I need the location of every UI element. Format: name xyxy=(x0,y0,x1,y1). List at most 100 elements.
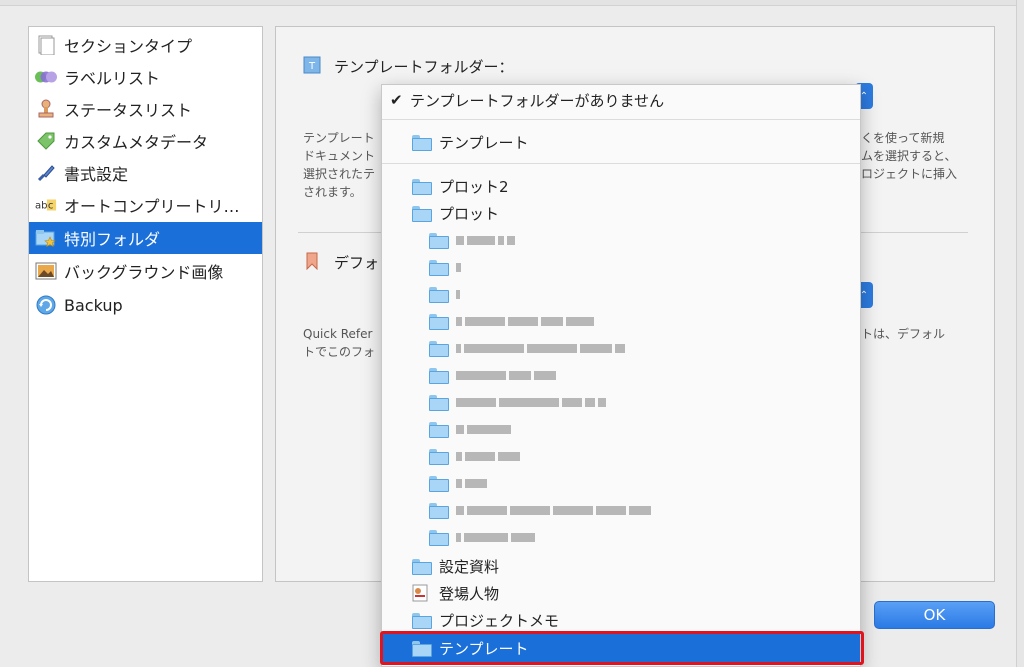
folder-icon xyxy=(429,530,449,546)
abc-icon: ab c xyxy=(35,194,57,216)
menu-item-plot2[interactable]: プロット2 xyxy=(382,173,860,199)
default-description-left: Quick Refer トでこのフォ xyxy=(303,327,376,359)
menu-item-template-folder[interactable]: テンプレート xyxy=(382,129,860,155)
menu-item-redacted-subfolder[interactable] xyxy=(382,524,860,550)
menu-separator xyxy=(382,119,860,120)
menu-item-project-memo[interactable]: プロジェクトメモ xyxy=(382,607,860,633)
folder-icon xyxy=(412,179,432,195)
sidebar-item-section-type[interactable]: セクションタイプ xyxy=(29,29,262,61)
template-icon: T xyxy=(303,56,321,78)
folder-icon xyxy=(412,135,432,151)
section-type-icon xyxy=(35,34,57,56)
redacted-text xyxy=(456,424,511,434)
menu-item-redacted-subfolder[interactable] xyxy=(382,416,860,442)
image-icon xyxy=(35,260,57,282)
menu-item-characters[interactable]: 登場人物 xyxy=(382,580,860,606)
menu-separator xyxy=(382,163,860,164)
default-section-title: デフォ xyxy=(334,254,380,272)
redacted-text xyxy=(456,397,606,407)
svg-text:c: c xyxy=(48,201,54,212)
redacted-text xyxy=(456,316,594,326)
sidebar-item-formatting[interactable]: 書式設定 xyxy=(29,157,262,189)
template-description-left: テンプレート ドキュメント 選択されたテ されます。 xyxy=(303,131,376,199)
folder-icon xyxy=(429,422,449,438)
menu-item-redacted-subfolder[interactable] xyxy=(382,308,860,334)
sidebar-item-autocomplete[interactable]: ab c オートコンプリートリ… xyxy=(29,189,262,221)
redacted-text xyxy=(456,343,625,353)
folder-icon xyxy=(412,613,432,629)
menu-item-label: 設定資料 xyxy=(439,557,500,576)
sidebar-item-background-image[interactable]: バックグラウンド画像 xyxy=(29,255,262,287)
menu-item-redacted-subfolder[interactable] xyxy=(382,281,860,307)
menu-item-redacted-subfolder[interactable] xyxy=(382,497,860,523)
menu-item-label: プロジェクトメモ xyxy=(439,611,560,630)
folder-icon xyxy=(429,503,449,519)
folder-icon xyxy=(429,260,449,276)
default-description-right: トは、デフォル xyxy=(861,327,946,341)
menu-item-label: 登場人物 xyxy=(439,584,500,603)
sidebar-item-label: 書式設定 xyxy=(64,165,129,184)
sidebar-item-backup[interactable]: Backup xyxy=(29,289,262,321)
folder-icon xyxy=(429,314,449,330)
folder-icon xyxy=(429,395,449,411)
character-sheet-icon xyxy=(412,584,430,602)
menu-item-setting-docs[interactable]: 設定資料 xyxy=(382,553,860,579)
checkmark-icon: ✔ xyxy=(390,91,403,109)
sidebar-item-special-folders[interactable]: 特別フォルダ xyxy=(29,222,262,254)
sidebar-item-custom-metadata[interactable]: カスタムメタデータ xyxy=(29,125,262,157)
redacted-text xyxy=(456,451,520,461)
sidebar-item-label: 特別フォルダ xyxy=(64,230,161,249)
folder-icon xyxy=(429,341,449,357)
label-list-icon xyxy=(35,66,57,88)
special-folder-icon xyxy=(35,227,57,249)
redacted-text xyxy=(456,532,535,542)
window-top-bar xyxy=(0,0,1024,6)
ok-button[interactable]: OK xyxy=(874,601,995,629)
sidebar-item-label: バックグラウンド画像 xyxy=(64,263,224,282)
menu-item-label: テンプレートフォルダーがありません xyxy=(410,91,665,110)
template-description-right: くを使って新規 ムを選択すると、 ロジェクトに挿入 xyxy=(861,131,958,181)
menu-item-label: プロット2 xyxy=(439,177,509,196)
menu-item-plot[interactable]: プロット xyxy=(382,200,860,226)
menu-item-label: テンプレート xyxy=(439,133,529,152)
bookmark-icon xyxy=(306,252,318,274)
status-stamp-icon xyxy=(35,98,57,120)
sidebar-item-label: ステータスリスト xyxy=(64,101,193,120)
redacted-text xyxy=(456,370,556,380)
sidebar-item-label-list[interactable]: ラベルリスト xyxy=(29,61,262,93)
redacted-text xyxy=(456,262,461,272)
redacted-text xyxy=(456,289,460,299)
folder-icon xyxy=(412,206,432,222)
menu-item-redacted-subfolder[interactable] xyxy=(382,470,860,496)
sidebar-item-label: Backup xyxy=(64,295,123,315)
menu-item-redacted-subfolder[interactable] xyxy=(382,443,860,469)
redacted-text xyxy=(456,478,487,488)
settings-sidebar: セクションタイプ ラベルリスト ステータスリスト カスタムメタデータ 書式設定 … xyxy=(28,26,263,582)
menu-item-redacted-subfolder[interactable] xyxy=(382,362,860,388)
menu-item-redacted-subfolder[interactable] xyxy=(382,335,860,361)
folder-icon xyxy=(429,287,449,303)
svg-text:ab: ab xyxy=(35,201,48,212)
menu-item-redacted-subfolder[interactable] xyxy=(382,227,860,253)
sidebar-item-label: カスタムメタデータ xyxy=(64,133,209,152)
menu-item-redacted-subfolder[interactable] xyxy=(382,389,860,415)
backup-icon xyxy=(35,294,57,316)
selection-highlight-box xyxy=(380,631,864,665)
brush-icon xyxy=(35,162,57,184)
menu-item-label: プロット xyxy=(439,204,500,223)
menu-item-redacted-subfolder[interactable] xyxy=(382,254,860,280)
svg-text:T: T xyxy=(308,61,316,72)
folder-icon xyxy=(429,449,449,465)
tag-icon xyxy=(35,130,57,152)
template-folder-dropdown-menu: ✔ テンプレートフォルダーがありません テンプレート プロット2 プロット 設定… xyxy=(381,84,861,667)
folder-icon xyxy=(412,559,432,575)
folder-icon xyxy=(429,476,449,492)
menu-item-no-template-folder[interactable]: ✔ テンプレートフォルダーがありません xyxy=(382,87,860,113)
sidebar-item-status-list[interactable]: ステータスリスト xyxy=(29,93,262,125)
folder-icon xyxy=(429,233,449,249)
sidebar-item-label: ラベルリスト xyxy=(64,69,161,88)
sidebar-item-label: オートコンプリートリ… xyxy=(64,197,240,216)
redacted-text xyxy=(456,235,515,245)
sidebar-item-label: セクションタイプ xyxy=(64,37,193,56)
redacted-text xyxy=(456,505,651,515)
